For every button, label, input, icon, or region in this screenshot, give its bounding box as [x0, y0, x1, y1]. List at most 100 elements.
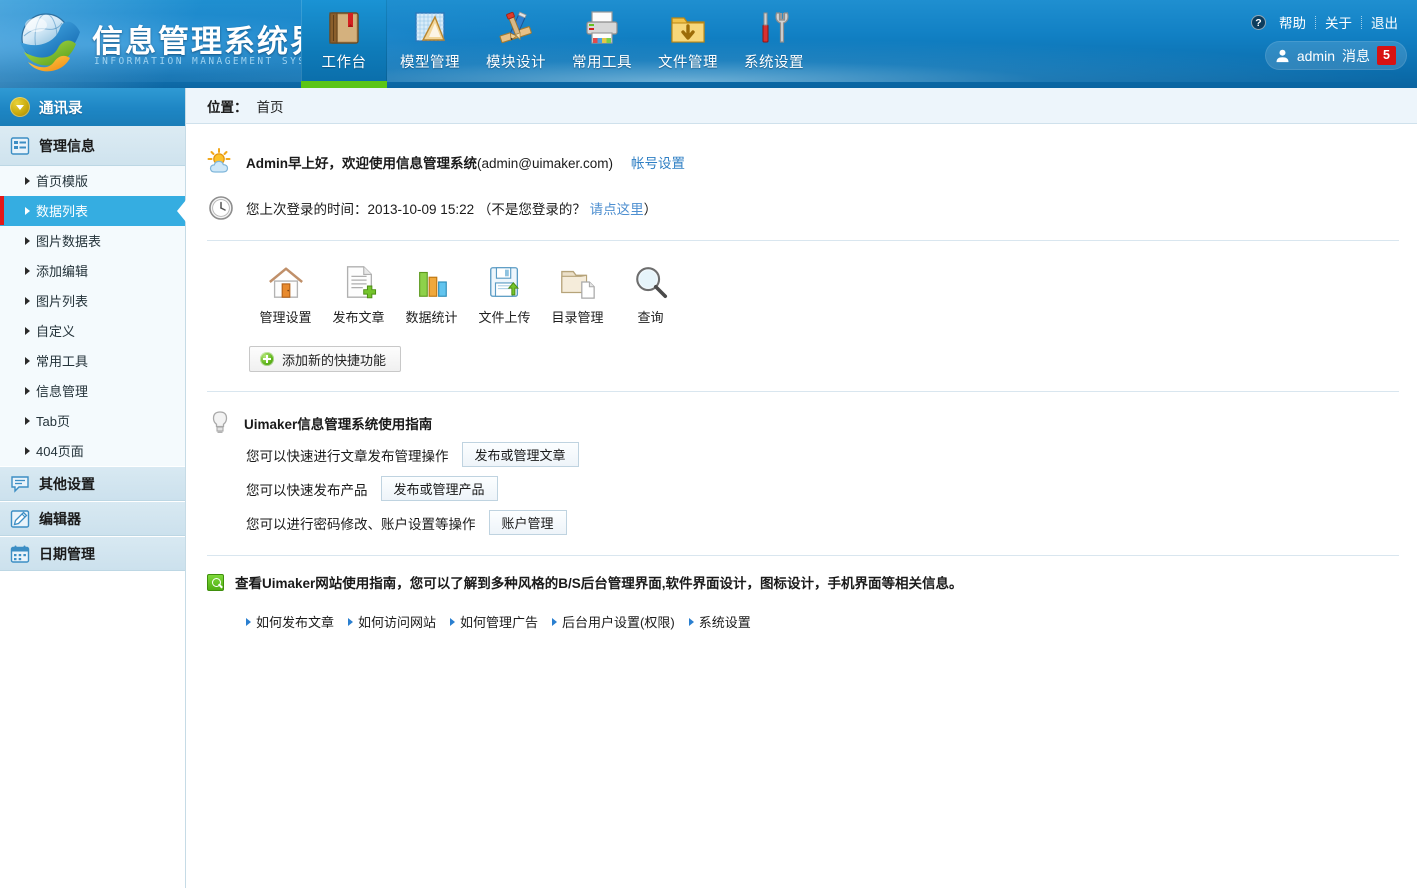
sidebar-item-image-list[interactable]: 图片列表 — [0, 286, 185, 316]
magnifier-icon — [632, 263, 670, 301]
nav-tab-workbench[interactable]: 工作台 — [301, 0, 387, 88]
tip-link-label: 如何发布文章 — [256, 612, 334, 631]
sidebar-item-label: 数据列表 — [36, 201, 88, 220]
add-shortcut-label: 添加新的快捷功能 — [282, 350, 386, 369]
username-label[interactable]: admin — [1297, 48, 1335, 64]
document-add-icon — [340, 263, 378, 301]
last-login-time: 2013-10-09 15:22 — [368, 202, 475, 217]
guide-row-article: 您可以快速进行文章发布管理操作 发布或管理文章 — [207, 442, 1399, 467]
not-you-link[interactable]: 请点这里 — [590, 202, 644, 217]
tip-link-label: 如何访问网站 — [358, 612, 436, 631]
sidebar-item-image-data-table[interactable]: 图片数据表 — [0, 226, 185, 256]
sun-cloud-icon — [207, 148, 235, 176]
breadcrumb: 位置： 首页 — [186, 88, 1417, 124]
caret-right-icon — [25, 267, 30, 275]
nav-tab-model-management[interactable]: 模型管理 — [387, 0, 473, 88]
sidebar-header[interactable]: 通讯录 — [0, 88, 185, 126]
tip-link-system-settings[interactable]: 系统设置 — [689, 612, 751, 631]
publish-article-button[interactable]: 发布或管理文章 — [462, 442, 579, 467]
sidebar-item-label: 信息管理 — [36, 381, 88, 400]
caret-right-icon — [450, 618, 455, 626]
help-link[interactable]: 帮助 — [1270, 12, 1315, 32]
folder-file-icon — [559, 263, 597, 301]
sidebar-item-label: 添加编辑 — [36, 261, 88, 280]
sidebar-item-add-edit[interactable]: 添加编辑 — [0, 256, 185, 286]
nav-tab-label: 模块设计 — [486, 51, 546, 72]
sidebar-group-management-info[interactable]: 管理信息 — [0, 126, 185, 166]
messages-badge[interactable]: 5 — [1377, 46, 1396, 65]
app-logo: 信息管理系统界面 INFORMATION MANAGEMENT SYSTEM G… — [8, 4, 298, 84]
caret-right-icon — [25, 387, 30, 395]
account-management-button[interactable]: 账户管理 — [489, 510, 567, 535]
house-icon — [267, 263, 305, 301]
sidebar-item-label: 常用工具 — [36, 351, 88, 370]
green-search-icon — [207, 574, 224, 591]
header-user-area: ? 帮助 关于 退出 admin 消息 5 — [1251, 12, 1407, 70]
tip-link-publish-article[interactable]: 如何发布文章 — [246, 612, 334, 631]
shortcut-data-statistics[interactable]: 数据统计 — [395, 263, 468, 326]
greeting-row: Admin早上好，欢迎使用信息管理系统(admin@uimaker.com)帐号… — [207, 148, 1399, 176]
sidebar-item-editor[interactable]: 编辑器 — [0, 501, 185, 536]
shortcut-file-upload[interactable]: 文件上传 — [468, 263, 541, 326]
caret-right-icon — [25, 327, 30, 335]
book-icon — [324, 8, 364, 48]
breadcrumb-current[interactable]: 首页 — [257, 96, 284, 116]
tip-link-label: 后台用户设置(权限) — [562, 612, 675, 631]
nav-tab-system-settings[interactable]: 系统设置 — [731, 0, 817, 88]
sidebar-item-date-management[interactable]: 日期管理 — [0, 536, 185, 571]
caret-right-icon — [25, 237, 30, 245]
floppy-upload-icon — [486, 263, 524, 301]
nav-tab-label: 文件管理 — [658, 51, 718, 72]
clock-icon — [207, 194, 235, 222]
logout-link[interactable]: 退出 — [1362, 12, 1407, 32]
shortcut-label: 数据统计 — [405, 307, 457, 326]
sidebar-group-label: 管理信息 — [39, 136, 95, 156]
nav-tab-label: 工作台 — [322, 51, 367, 72]
printer-icon — [582, 8, 622, 48]
messages-label[interactable]: 消息 — [1342, 46, 1370, 66]
shortcut-directory-management[interactable]: 目录管理 — [541, 263, 614, 326]
screwdriver-wrench-icon — [754, 8, 794, 48]
sidebar-item-custom[interactable]: 自定义 — [0, 316, 185, 346]
main-nav: 工作台 模型管理 — [301, 0, 817, 88]
tip-link-manage-ads[interactable]: 如何管理广告 — [450, 612, 538, 631]
guide-row-text: 您可以快速发布产品 — [246, 479, 368, 499]
chevron-down-circle-icon — [10, 97, 30, 117]
sidebar-item-other-settings[interactable]: 其他设置 — [0, 466, 185, 501]
add-shortcut-button[interactable]: 添加新的快捷功能 — [249, 346, 401, 372]
user-bar: admin 消息 5 — [1265, 41, 1407, 70]
caret-right-icon — [552, 618, 557, 626]
sidebar-bottom-label: 日期管理 — [39, 544, 95, 564]
welcome-section: Admin早上好，欢迎使用信息管理系统(admin@uimaker.com)帐号… — [207, 124, 1399, 241]
publish-product-button[interactable]: 发布或管理产品 — [381, 476, 498, 501]
shortcut-search[interactable]: 查询 — [614, 263, 687, 326]
last-login-row: 您上次登录的时间：2013-10-09 15:22 （不是您登录的？ 请点这里） — [207, 194, 1399, 222]
sidebar-item-info-management[interactable]: 信息管理 — [0, 376, 185, 406]
nav-tab-common-tools[interactable]: 常用工具 — [559, 0, 645, 88]
caret-right-icon — [25, 207, 30, 215]
caret-right-icon — [25, 357, 30, 365]
content-sections: Admin早上好，欢迎使用信息管理系统(admin@uimaker.com)帐号… — [186, 124, 1417, 631]
sidebar-item-data-list[interactable]: 数据列表 — [0, 196, 185, 226]
bar-chart-icon — [413, 263, 451, 301]
lightbulb-icon — [207, 410, 233, 436]
sidebar-item-home-template[interactable]: 首页模版 — [0, 166, 185, 196]
tip-link-visit-site[interactable]: 如何访问网站 — [348, 612, 436, 631]
nav-tab-module-design[interactable]: 模块设计 — [473, 0, 559, 88]
sidebar-item-label: 图片数据表 — [36, 231, 101, 250]
about-link[interactable]: 关于 — [1316, 12, 1361, 32]
sidebar-item-404-page[interactable]: 404页面 — [0, 436, 185, 466]
pencil-brush-icon — [496, 8, 536, 48]
guide-row-account: 您可以进行密码修改、账户设置等操作 账户管理 — [207, 510, 1399, 535]
caret-right-icon — [25, 417, 30, 425]
guide-row-product: 您可以快速发布产品 发布或管理产品 — [207, 476, 1399, 501]
sidebar-item-label: 首页模版 — [36, 171, 88, 190]
account-settings-link[interactable]: 帐号设置 — [631, 156, 685, 171]
sidebar-item-tab-page[interactable]: Tab页 — [0, 406, 185, 436]
sidebar-item-common-tools[interactable]: 常用工具 — [0, 346, 185, 376]
shortcut-admin-settings[interactable]: 管理设置 — [249, 263, 322, 326]
nav-tab-file-management[interactable]: 文件管理 — [645, 0, 731, 88]
shortcut-publish-article[interactable]: 发布文章 — [322, 263, 395, 326]
tip-link-user-permissions[interactable]: 后台用户设置(权限) — [552, 612, 675, 631]
guide-title: Uimaker信息管理系统使用指南 — [244, 413, 432, 433]
